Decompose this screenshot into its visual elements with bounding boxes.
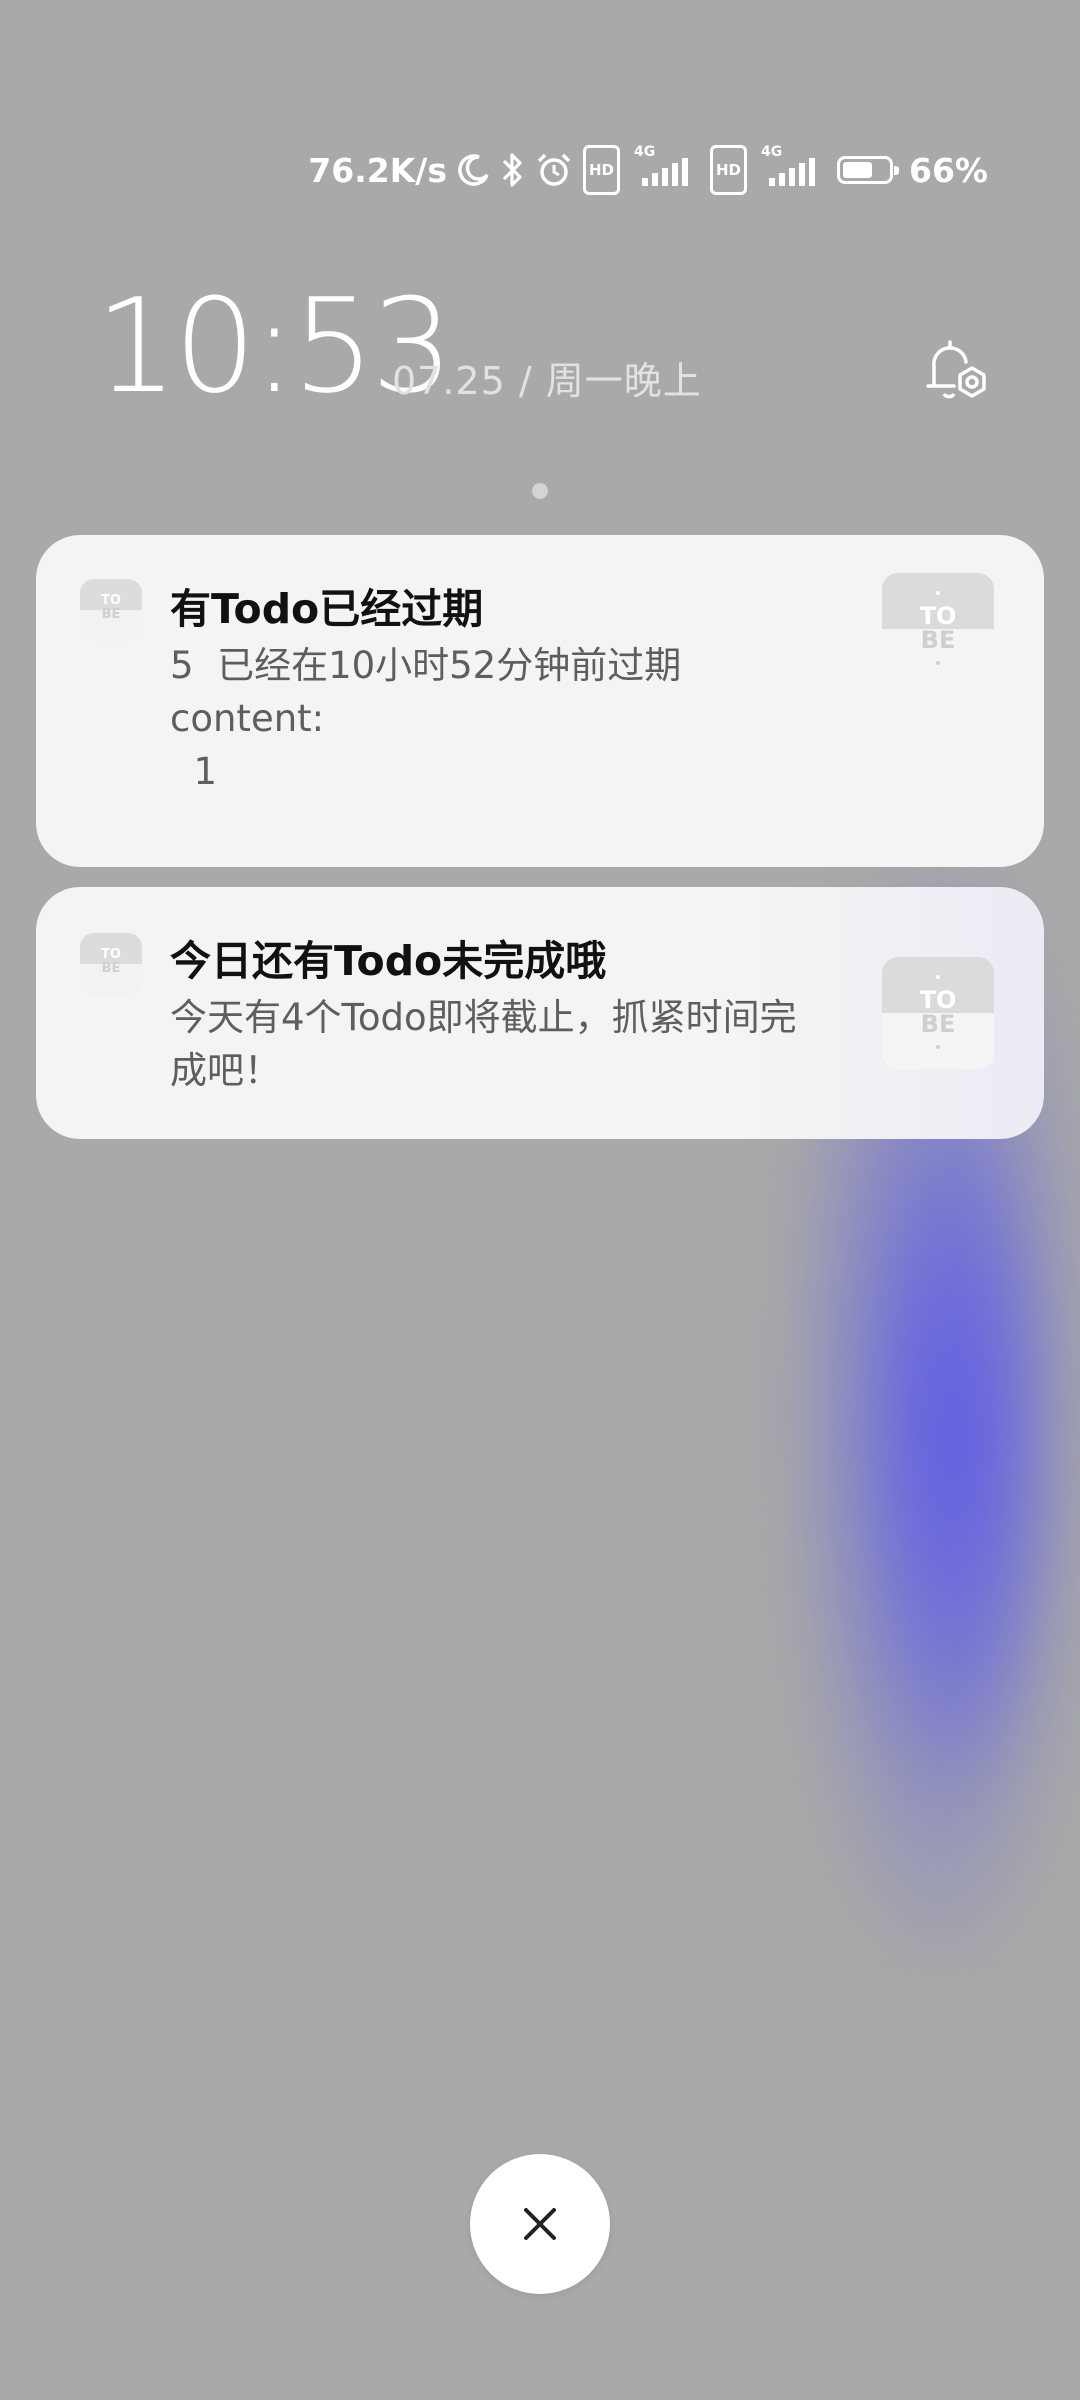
lockscreen-date: 07.25 / 周一晚上 [392, 359, 702, 403]
battery-icon [837, 150, 899, 190]
tobe-large-icon: TO BE [882, 957, 994, 1069]
notification-title: 有Todo已经过期 [170, 585, 484, 633]
notification-card[interactable]: TO BE 有Todo已经过期 5 已经在10小时52分钟前过期 content… [36, 535, 1044, 867]
status-bar: 76.2K/s HD 4G HD 4G 66% [308, 140, 988, 200]
clear-notifications-button[interactable] [470, 2154, 610, 2294]
alarm-clock-icon [535, 150, 573, 190]
do-not-disturb-moon-icon [457, 150, 491, 190]
page-indicator-dot [532, 483, 548, 499]
tobe-large-icon: TO BE [882, 573, 994, 685]
notification-body: 今天有4个Todo即将截止，抓紧时间完 成吧！ [170, 996, 797, 1092]
notification-card[interactable]: TO BE 今日还有Todo未完成哦 今天有4个Todo即将截止，抓紧时间完 成… [36, 887, 1044, 1139]
cellular-signal-icon-2: 4G [757, 144, 827, 190]
battery-percent: 66% [909, 150, 988, 190]
notification-title: 今日还有Todo未完成哦 [170, 937, 607, 985]
hd-voice-badge: HD [582, 145, 620, 195]
tobe-app-icon: TO BE [80, 933, 142, 995]
notification-body: 5 已经在10小时52分钟前过期 content: 1 [170, 644, 682, 793]
bluetooth-icon [501, 150, 525, 190]
notification-settings-icon[interactable] [920, 336, 990, 406]
background-glow-secondary [860, 1100, 1060, 1800]
cellular-signal-icon: 4G [630, 144, 700, 190]
hd-voice-badge-2: HD [709, 145, 747, 195]
network-speed: 76.2K/s [308, 150, 447, 190]
close-icon [524, 2208, 556, 2240]
tobe-app-icon: TO BE [80, 579, 142, 641]
